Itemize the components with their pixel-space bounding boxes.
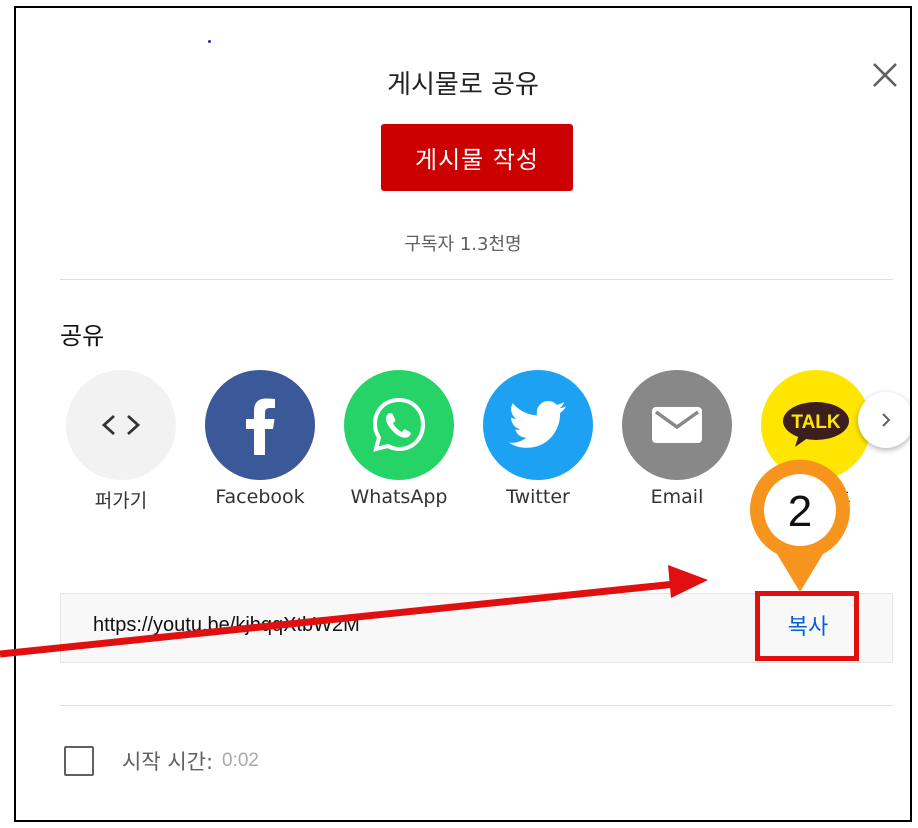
create-post-button[interactable]: 게시물 작성 xyxy=(381,124,573,191)
start-time-value: 0:02 xyxy=(222,750,259,771)
close-button[interactable] xyxy=(868,58,902,92)
next-share-button[interactable] xyxy=(858,392,910,448)
start-time-checkbox[interactable] xyxy=(64,746,94,776)
share-facebook-label: Facebook xyxy=(215,486,305,508)
dialog-title: 게시물로 공유 xyxy=(387,70,539,100)
share-dialog: 게시물로 공유 게시물 작성 구독자 1.3천명 공유 퍼가기 Facebook xyxy=(14,6,912,822)
subscriber-count: 구독자 1.3천명 xyxy=(404,234,522,255)
facebook-icon xyxy=(205,370,315,480)
whatsapp-icon xyxy=(344,370,454,480)
share-whatsapp[interactable]: WhatsApp xyxy=(344,370,454,510)
share-email[interactable]: Email xyxy=(622,370,732,510)
share-section-label: 공유 xyxy=(60,322,105,350)
step-number-pin: 2 xyxy=(750,459,850,592)
chevron-right-icon xyxy=(882,413,891,427)
embed-icon xyxy=(66,370,176,480)
share-email-label: Email xyxy=(650,486,704,508)
divider xyxy=(60,279,893,280)
share-url: https://youtu.be/kjbqqXtbW2M xyxy=(93,614,360,636)
email-icon xyxy=(622,370,732,480)
share-embed-label: 퍼가기 xyxy=(94,490,148,512)
svg-text:TALK: TALK xyxy=(791,412,841,433)
share-twitter[interactable]: Twitter xyxy=(483,370,593,510)
start-time-label: 시작 시간: xyxy=(122,750,214,774)
decorative-dot xyxy=(208,40,211,43)
close-icon xyxy=(873,63,897,87)
share-facebook[interactable]: Facebook xyxy=(205,370,315,510)
divider xyxy=(60,705,893,706)
share-embed[interactable]: 퍼가기 xyxy=(66,370,176,512)
twitter-icon xyxy=(483,370,593,480)
copy-button[interactable]: 복사 xyxy=(758,592,858,658)
share-whatsapp-label: WhatsApp xyxy=(350,486,448,508)
step-number: 2 xyxy=(788,487,812,536)
share-twitter-label: Twitter xyxy=(506,486,570,508)
